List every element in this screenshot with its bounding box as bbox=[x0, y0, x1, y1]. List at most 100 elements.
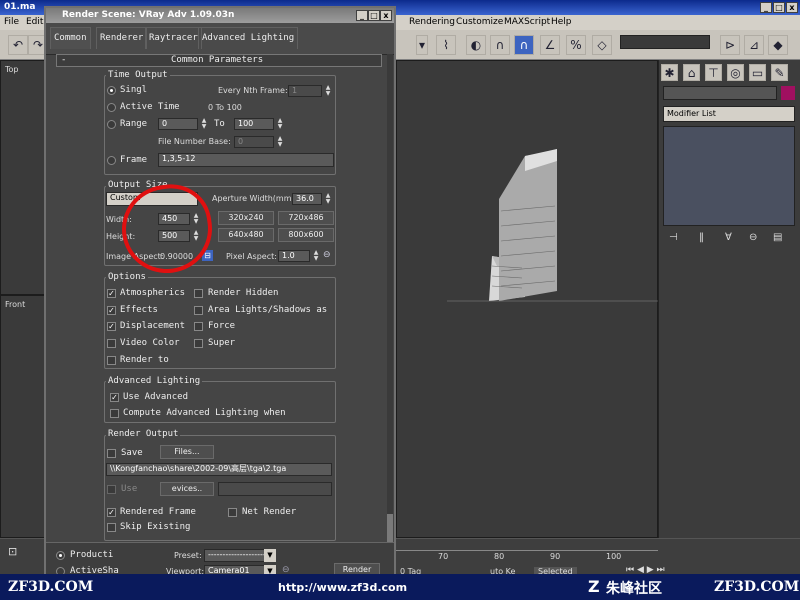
compute-advanced-checkbox[interactable] bbox=[110, 409, 119, 418]
menu-rendering[interactable]: Rendering bbox=[409, 17, 455, 27]
create-tab-icon[interactable]: ✱ bbox=[661, 64, 678, 81]
use-advanced-checkbox[interactable]: ✓ bbox=[110, 393, 119, 402]
align-icon[interactable]: ⊿ bbox=[744, 35, 764, 55]
named-selection-dropdown[interactable] bbox=[620, 35, 710, 49]
dialog-scrollbar[interactable] bbox=[387, 54, 393, 544]
active-time-radio[interactable] bbox=[107, 103, 116, 112]
undo-icon[interactable]: ↶ bbox=[8, 35, 28, 55]
dialog-maximize-button[interactable]: □ bbox=[368, 10, 380, 21]
max-minimize-button[interactable]: _ bbox=[760, 2, 772, 13]
rendered-frame-checkbox[interactable]: ✓ bbox=[107, 508, 116, 517]
device-field[interactable] bbox=[218, 482, 332, 496]
range-from-spinner-icon[interactable]: ▲ ▼ bbox=[200, 118, 208, 130]
frame-radio[interactable] bbox=[107, 156, 116, 165]
active-time-label: Active Time bbox=[120, 102, 180, 112]
spinner-snap-icon[interactable]: ◇ bbox=[592, 35, 612, 55]
atmospherics-checkbox[interactable]: ✓ bbox=[107, 289, 116, 298]
display-tab-icon[interactable]: ▭ bbox=[749, 64, 766, 81]
range-to-field[interactable]: 100 bbox=[234, 118, 274, 130]
preset-720x486-button[interactable]: 720x486 bbox=[278, 211, 334, 225]
magnet-icon[interactable]: ∩ bbox=[490, 35, 510, 55]
single-radio[interactable] bbox=[107, 86, 116, 95]
pin-stack-icon[interactable]: ⊣ bbox=[669, 232, 678, 243]
displacement-checkbox[interactable]: ✓ bbox=[107, 322, 116, 331]
range-to-spinner-icon[interactable]: ▲ ▼ bbox=[276, 118, 284, 130]
dialog-title-bar[interactable]: Render Scene: VRay Adv 1.09.03n _ □ x bbox=[46, 8, 394, 23]
pixel-aspect-field[interactable]: 1.0 bbox=[278, 250, 310, 262]
files-button[interactable]: Files... bbox=[160, 445, 214, 459]
hierarchy-tab-icon[interactable]: ⊤ bbox=[705, 64, 722, 81]
render-to-checkbox[interactable] bbox=[107, 356, 116, 365]
modifier-list-dropdown[interactable]: Modifier List bbox=[663, 106, 795, 122]
skip-existing-checkbox[interactable] bbox=[107, 523, 116, 532]
range-radio[interactable] bbox=[107, 120, 116, 129]
preset-dropdown-arrow-icon[interactable]: ▼ bbox=[264, 549, 276, 562]
dropdown-arrow-icon[interactable]: ▾ bbox=[416, 35, 428, 55]
every-nth-spinner-icon[interactable]: ▲ ▼ bbox=[324, 85, 332, 97]
dialog-minimize-button[interactable]: _ bbox=[356, 10, 368, 21]
modifier-stack[interactable] bbox=[663, 126, 795, 226]
tab-common[interactable]: Common bbox=[50, 27, 91, 49]
every-nth-frame-field[interactable]: 1 bbox=[288, 85, 322, 97]
force-checkbox[interactable] bbox=[194, 322, 203, 331]
use-device-checkbox[interactable] bbox=[107, 485, 116, 494]
save-file-checkbox[interactable] bbox=[107, 449, 116, 458]
render-hidden-checkbox[interactable] bbox=[194, 289, 203, 298]
viewport-camera[interactable] bbox=[396, 60, 659, 538]
output-path-field[interactable]: \\Kongfanchao\share\2002-09\高层\tga\2.tga bbox=[106, 463, 332, 476]
net-render-checkbox[interactable] bbox=[228, 508, 237, 517]
frame-field[interactable]: 1,3,5-12 bbox=[158, 153, 334, 167]
menu-help[interactable]: Help bbox=[551, 17, 572, 27]
preset-320x240-button[interactable]: 320x240 bbox=[218, 211, 274, 225]
max-close-button[interactable]: x bbox=[786, 2, 798, 13]
remove-modifier-icon[interactable]: ⊖ bbox=[749, 232, 757, 243]
menu-customize[interactable]: Customize bbox=[456, 17, 503, 27]
preset-800x600-button[interactable]: 800x600 bbox=[278, 228, 334, 242]
percent-snap-icon[interactable]: % bbox=[566, 35, 586, 55]
video-color-checkbox[interactable] bbox=[107, 339, 116, 348]
rollout-toggle[interactable]: - bbox=[61, 55, 66, 65]
max-maximize-button[interactable]: □ bbox=[773, 2, 785, 13]
lock-selection-icon[interactable]: ⊡ bbox=[8, 545, 17, 558]
object-name-field[interactable] bbox=[663, 86, 777, 100]
pixel-aspect-spinner-icon[interactable]: ▲ ▼ bbox=[312, 250, 320, 262]
effects-checkbox[interactable]: ✓ bbox=[107, 306, 116, 315]
viewport-front[interactable]: Front bbox=[0, 295, 46, 538]
scrollbar-thumb[interactable] bbox=[387, 514, 393, 542]
menu-edit[interactable]: Edit bbox=[26, 17, 43, 27]
viewport-top[interactable]: Top bbox=[0, 60, 46, 295]
configure-sets-icon[interactable]: ▤ bbox=[773, 232, 782, 243]
aperture-spinner-icon[interactable]: ▲ ▼ bbox=[324, 193, 332, 205]
tab-advanced-lighting[interactable]: Advanced Lighting bbox=[198, 27, 299, 49]
range-from-field[interactable]: 0 bbox=[158, 118, 198, 130]
make-unique-icon[interactable]: ∀ bbox=[725, 232, 732, 243]
angle-snap-icon[interactable]: ∠ bbox=[540, 35, 560, 55]
file-number-base-field[interactable]: 0 bbox=[234, 136, 274, 148]
dialog-close-button[interactable]: x bbox=[380, 10, 392, 21]
link-icon[interactable]: ⌇ bbox=[436, 35, 456, 55]
tab-renderer[interactable]: Renderer bbox=[96, 27, 148, 49]
super-checkbox[interactable] bbox=[194, 339, 203, 348]
devices-button[interactable]: evices.. bbox=[160, 482, 214, 496]
mirror-tool-icon[interactable]: ⊳ bbox=[720, 35, 740, 55]
production-radio[interactable] bbox=[56, 551, 65, 560]
timeline-ruler[interactable] bbox=[396, 541, 658, 551]
utilities-tab-icon[interactable]: ✎ bbox=[771, 64, 788, 81]
preset-640x480-button[interactable]: 640x480 bbox=[218, 228, 274, 242]
area-lights-checkbox[interactable] bbox=[194, 306, 203, 315]
modify-tab-icon[interactable]: ⌂ bbox=[683, 64, 700, 81]
mirror-icon[interactable]: ◐ bbox=[466, 35, 486, 55]
banner-url[interactable]: http://www.zf3d.com bbox=[278, 581, 407, 594]
motion-tab-icon[interactable]: ◎ bbox=[727, 64, 744, 81]
menu-file[interactable]: File bbox=[4, 17, 19, 27]
file-number-base-spinner-icon[interactable]: ▲ ▼ bbox=[276, 136, 284, 148]
pixel-aspect-lock-icon[interactable]: ⊖ bbox=[323, 250, 331, 260]
aperture-width-field[interactable]: 36.0 bbox=[292, 193, 322, 205]
show-end-result-icon[interactable]: ‖ bbox=[699, 232, 704, 243]
menu-maxscript[interactable]: MAXScript bbox=[504, 17, 550, 27]
tab-raytracer[interactable]: Raytracer bbox=[145, 27, 202, 49]
object-color-swatch[interactable] bbox=[781, 86, 795, 100]
common-parameters-rollout[interactable]: - Common Parameters bbox=[56, 54, 382, 67]
snap-toggle-icon[interactable]: ∩ bbox=[514, 35, 534, 55]
render-teapot-icon[interactable]: ◆ bbox=[768, 35, 788, 55]
